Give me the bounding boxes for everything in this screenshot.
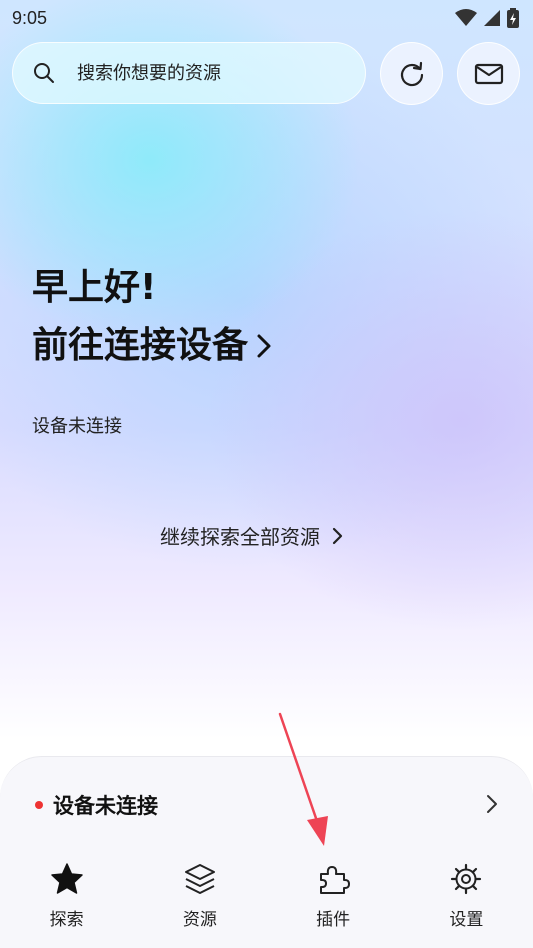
signal-icon <box>484 10 500 26</box>
annotation-arrow-icon <box>278 712 328 846</box>
status-time: 9:05 <box>12 8 48 28</box>
nav-item-resources[interactable]: 资源 <box>133 861 266 941</box>
chevron-right-icon <box>487 795 497 813</box>
bottom-nav: 探索 资源 插件 设置 <box>0 861 533 941</box>
explore-all-resources-label: 继续探索全部资源 <box>160 525 320 549</box>
bottom-sheet: 设备未连接 探索 资源 插件 设置 <box>0 756 533 948</box>
puzzle-icon <box>320 866 351 894</box>
explore-all-resources-link[interactable]: 继续探索全部资源 <box>160 521 344 550</box>
nav-item-label: 探索 <box>49 910 84 930</box>
connect-device-label: 前往连接设备 <box>32 325 249 366</box>
nav-item-plugins[interactable]: 插件 <box>267 861 400 941</box>
connect-device-link[interactable]: 前往连接设备 <box>32 320 272 372</box>
battery-icon <box>507 8 519 28</box>
refresh-button[interactable] <box>380 42 443 105</box>
device-status-text: 设备未连接 <box>32 416 122 437</box>
search-input[interactable] <box>77 62 317 84</box>
status-dot <box>35 801 43 809</box>
mail-icon <box>474 63 503 84</box>
chevron-right-icon <box>257 334 271 358</box>
device-status-row-label: 设备未连接 <box>53 794 158 818</box>
nav-item-label: 插件 <box>316 910 351 930</box>
layers-icon <box>184 864 215 894</box>
gear-icon <box>451 863 482 895</box>
nav-item-settings[interactable]: 设置 <box>400 861 533 941</box>
refresh-icon <box>400 61 423 86</box>
nav-item-label: 设置 <box>449 910 484 930</box>
search-bar[interactable] <box>12 42 366 104</box>
status-icons <box>455 8 519 28</box>
device-status-row[interactable]: 设备未连接 <box>0 787 533 823</box>
status-bar: 9:05 <box>0 0 533 36</box>
star-icon <box>50 863 83 894</box>
nav-item-explore[interactable]: 探索 <box>0 861 133 941</box>
nav-item-label: 资源 <box>182 910 217 930</box>
greeting-title: 早上好! <box>32 267 157 308</box>
chevron-right-icon <box>332 527 343 544</box>
mail-button[interactable] <box>457 42 520 105</box>
search-icon <box>34 63 54 83</box>
wifi-icon <box>455 9 477 26</box>
